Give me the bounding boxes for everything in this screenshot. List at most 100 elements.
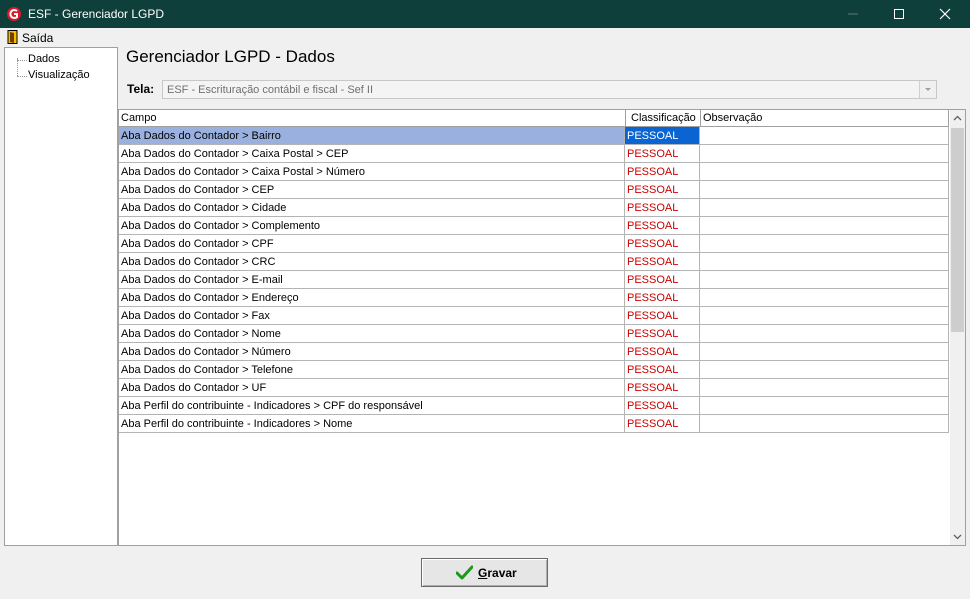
cell-observacao[interactable] — [700, 181, 949, 199]
cell-observacao[interactable] — [700, 127, 949, 145]
save-button-label: Gravar — [478, 566, 517, 580]
footer-bar: Gravar — [0, 546, 970, 599]
cell-classificacao[interactable]: PESSOAL — [625, 289, 700, 307]
cell-campo[interactable]: Aba Dados do Contador > CRC — [119, 253, 625, 271]
cell-observacao[interactable] — [700, 343, 949, 361]
cell-observacao[interactable] — [700, 235, 949, 253]
table-row[interactable]: Aba Dados do Contador > CPF PESSOAL — [119, 235, 949, 253]
cell-classificacao[interactable]: PESSOAL — [625, 163, 700, 181]
tela-dropdown[interactable]: ESF - Escrituração contábil e fiscal - S… — [162, 80, 937, 99]
close-button[interactable] — [922, 0, 968, 28]
cell-classificacao[interactable]: PESSOAL — [625, 343, 700, 361]
cell-observacao[interactable] — [700, 289, 949, 307]
cell-campo[interactable]: Aba Dados do Contador > Cidade — [119, 199, 625, 217]
cell-campo[interactable]: Aba Dados do Contador > UF — [119, 379, 625, 397]
cell-classificacao[interactable]: PESSOAL — [625, 253, 700, 271]
cell-observacao[interactable] — [700, 325, 949, 343]
cell-observacao[interactable] — [700, 397, 949, 415]
cell-observacao[interactable] — [700, 163, 949, 181]
cell-observacao[interactable] — [700, 415, 949, 433]
scrollbar-thumb[interactable] — [951, 128, 964, 332]
cell-campo[interactable]: Aba Dados do Contador > E-mail — [119, 271, 625, 289]
tree-item-visualizacao[interactable]: Visualização — [5, 68, 115, 84]
tree-item-label: Visualização — [28, 69, 90, 81]
column-header-campo[interactable]: Campo — [119, 110, 626, 127]
tela-selected-value: ESF - Escrituração contábil e fiscal - S… — [167, 84, 374, 96]
cell-campo[interactable]: Aba Perfil do contribuinte - Indicadores… — [119, 397, 625, 415]
cell-campo[interactable]: Aba Dados do Contador > Fax — [119, 307, 625, 325]
table-row[interactable]: Aba Dados do Contador > CRC PESSOAL — [119, 253, 949, 271]
cell-campo[interactable]: Aba Dados do Contador > Endereço — [119, 289, 625, 307]
tree-item-label: Dados — [28, 53, 60, 65]
cell-observacao[interactable] — [700, 199, 949, 217]
scroll-up-button[interactable] — [950, 110, 965, 127]
cell-campo[interactable]: Aba Dados do Contador > Bairro — [119, 127, 625, 145]
menu-item-label: Saída — [22, 31, 54, 45]
grid-header: Campo Classificação Observação — [119, 110, 949, 128]
table-row[interactable]: Aba Dados do Contador > UF PESSOAL — [119, 379, 949, 397]
scroll-down-button[interactable] — [950, 528, 965, 545]
cell-observacao[interactable] — [700, 253, 949, 271]
cell-campo[interactable]: Aba Dados do Contador > Caixa Postal > C… — [119, 145, 625, 163]
cell-observacao[interactable] — [700, 361, 949, 379]
table-row[interactable]: Aba Perfil do contribuinte - Indicadores… — [119, 397, 949, 415]
cell-classificacao[interactable]: PESSOAL — [625, 181, 700, 199]
column-header-observacao[interactable]: Observação — [701, 110, 949, 127]
cell-classificacao[interactable]: PESSOAL — [625, 145, 700, 163]
tela-label: Tela: — [127, 82, 155, 96]
cell-campo[interactable]: Aba Dados do Contador > Complemento — [119, 217, 625, 235]
table-row[interactable]: Aba Dados do Contador > Caixa Postal > C… — [119, 145, 949, 163]
table-row[interactable]: Aba Dados do Contador > Telefone PESSOAL — [119, 361, 949, 379]
cell-observacao[interactable] — [700, 271, 949, 289]
cell-campo[interactable]: Aba Dados do Contador > Nome — [119, 325, 625, 343]
table-row[interactable]: Aba Dados do Contador > E-mail PESSOAL — [119, 271, 949, 289]
cell-classificacao[interactable]: PESSOAL — [625, 199, 700, 217]
table-row[interactable]: Aba Dados do Contador > Caixa Postal > N… — [119, 163, 949, 181]
cell-classificacao[interactable]: PESSOAL — [625, 415, 700, 433]
page-title: Gerenciador LGPD - Dados — [126, 47, 335, 66]
tree-item-dados[interactable]: Dados — [5, 52, 115, 68]
vertical-scrollbar[interactable] — [950, 110, 965, 545]
data-grid: Campo Classificação Observação Aba Dados… — [118, 109, 966, 546]
dropdown-arrow-button[interactable] — [919, 81, 936, 98]
cell-campo[interactable]: Aba Dados do Contador > Telefone — [119, 361, 625, 379]
chevron-up-icon — [953, 115, 962, 121]
minimize-button[interactable] — [830, 0, 876, 28]
cell-observacao[interactable] — [700, 307, 949, 325]
cell-classificacao[interactable]: PESSOAL — [625, 127, 700, 145]
cell-classificacao[interactable]: PESSOAL — [625, 379, 700, 397]
menu-bar: Saída — [1, 28, 969, 46]
cell-campo[interactable]: Aba Dados do Contador > CEP — [119, 181, 625, 199]
column-header-classificacao[interactable]: Classificação — [626, 110, 701, 127]
table-row[interactable]: Aba Dados do Contador > Fax PESSOAL — [119, 307, 949, 325]
minimize-icon — [848, 13, 858, 15]
table-row[interactable]: Aba Dados do Contador > Complemento PESSO… — [119, 217, 949, 235]
cell-classificacao[interactable]: PESSOAL — [625, 217, 700, 235]
cell-classificacao[interactable]: PESSOAL — [625, 235, 700, 253]
table-row[interactable]: Aba Dados do Contador > CEP PESSOAL — [119, 181, 949, 199]
cell-classificacao[interactable]: PESSOAL — [625, 307, 700, 325]
close-icon — [939, 8, 951, 20]
cell-observacao[interactable] — [700, 217, 949, 235]
table-row[interactable]: Aba Dados do Contador > Endereço PESSOAL — [119, 289, 949, 307]
cell-classificacao[interactable]: PESSOAL — [625, 361, 700, 379]
table-row[interactable]: Aba Dados do Contador > Nome PESSOAL — [119, 325, 949, 343]
cell-observacao[interactable] — [700, 379, 949, 397]
cell-observacao[interactable] — [700, 145, 949, 163]
cell-campo[interactable]: Aba Dados do Contador > Número — [119, 343, 625, 361]
table-row[interactable]: Aba Dados do Contador > Bairro PESSOAL — [119, 127, 949, 145]
cell-classificacao[interactable]: PESSOAL — [625, 397, 700, 415]
cell-classificacao[interactable]: PESSOAL — [625, 325, 700, 343]
cell-classificacao[interactable]: PESSOAL — [625, 271, 700, 289]
maximize-icon — [894, 9, 904, 19]
cell-campo[interactable]: Aba Dados do Contador > CPF — [119, 235, 625, 253]
table-row[interactable]: Aba Dados do Contador > Cidade PESSOAL — [119, 199, 949, 217]
cell-campo[interactable]: Aba Perfil do contribuinte - Indicadores… — [119, 415, 625, 433]
cell-campo[interactable]: Aba Dados do Contador > Caixa Postal > N… — [119, 163, 625, 181]
table-row[interactable]: Aba Perfil do contribuinte - Indicadores… — [119, 415, 949, 433]
save-button[interactable]: Gravar — [421, 558, 548, 587]
maximize-button[interactable] — [876, 0, 922, 28]
table-row[interactable]: Aba Dados do Contador > Número PESSOAL — [119, 343, 949, 361]
exit-door-icon — [7, 30, 18, 44]
window-title: ESF - Gerenciador LGPD — [28, 7, 165, 21]
